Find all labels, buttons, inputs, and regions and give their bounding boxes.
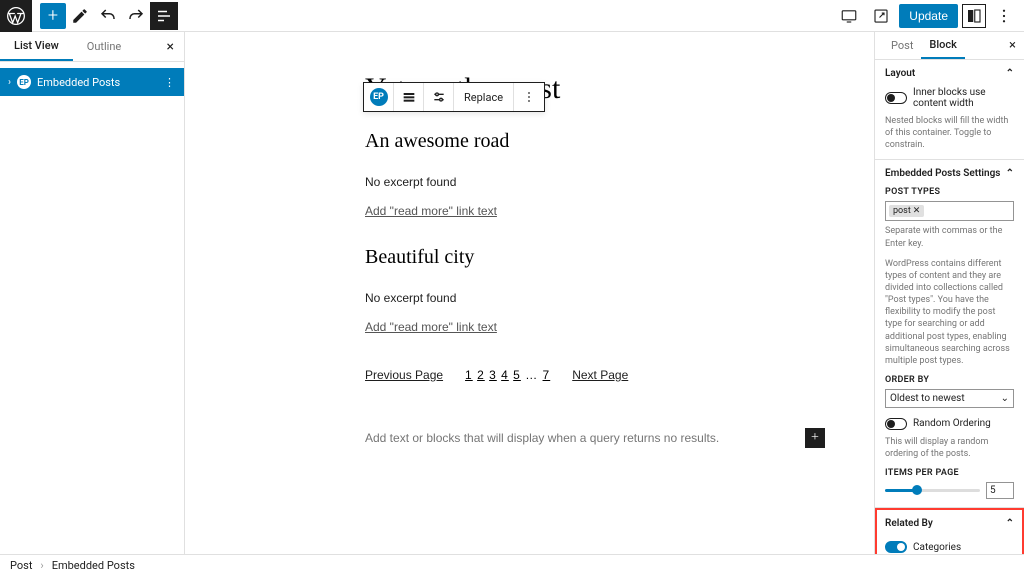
listview-item-embedded-posts[interactable]: › EP Embedded Posts ⋮ — [0, 68, 184, 96]
block-type-icon[interactable]: EP — [364, 83, 394, 111]
add-block-button[interactable]: + — [40, 3, 66, 29]
toggle-label: Inner blocks use content width — [913, 87, 1014, 109]
excerpt-placeholder: No excerpt found — [365, 291, 825, 305]
breadcrumb: Post › Embedded Posts — [0, 554, 1024, 576]
page-numbers[interactable]: 1 2 3 4 5 … 7 — [465, 368, 550, 382]
prev-page-link[interactable]: Previous Page — [365, 368, 443, 382]
breadcrumb-separator-icon: › — [40, 559, 43, 572]
panel-embedded-settings: Embedded Posts Settings⌃ POST TYPES post… — [875, 160, 1024, 508]
replace-button[interactable]: Replace — [454, 83, 514, 111]
redo-icon[interactable] — [122, 2, 150, 30]
toggle-label: Categories — [913, 542, 961, 553]
help-text: Separate with commas or the Enter key. — [885, 225, 1014, 249]
align-icon[interactable] — [394, 83, 424, 111]
settings-sidebar: Post Block × Layout⌃ Inner blocks use co… — [874, 32, 1024, 554]
breadcrumb-item[interactable]: Post — [10, 559, 32, 572]
excerpt-placeholder: No excerpt found — [365, 175, 825, 189]
editor-canvas: EP Replace Yet another post An awesome r… — [185, 32, 874, 554]
close-sidebar-icon[interactable]: × — [1009, 38, 1016, 53]
post-types-label: POST TYPES — [885, 187, 1014, 197]
listview-item-label: Embedded Posts — [37, 76, 120, 89]
chevron-up-icon: ⌃ — [1006, 518, 1014, 529]
post-types-input[interactable]: post ✕ — [885, 201, 1014, 221]
settings-sidebar-toggle-icon[interactable] — [962, 4, 986, 28]
more-options-icon[interactable] — [990, 2, 1018, 30]
edit-mode-icon[interactable] — [66, 2, 94, 30]
toggle-content-width[interactable] — [885, 92, 907, 104]
no-results-placeholder[interactable]: Add text or blocks that will display whe… — [365, 431, 719, 445]
block-toolbar: EP Replace — [363, 82, 545, 112]
help-text: WordPress contains different types of co… — [885, 258, 1014, 367]
post-type-token[interactable]: post ✕ — [889, 205, 924, 217]
post-heading[interactable]: Beautiful city — [365, 246, 825, 269]
undo-icon[interactable] — [94, 2, 122, 30]
tab-outline[interactable]: Outline — [73, 32, 136, 61]
embedded-posts-icon: EP — [17, 75, 31, 89]
chevron-right-icon: › — [8, 77, 11, 88]
order-by-label: ORDER BY — [885, 375, 1014, 385]
pagination: Previous Page 1 2 3 4 5 … 7 Next Page — [365, 368, 825, 382]
toggle-label: Random Ordering — [913, 418, 991, 429]
update-button[interactable]: Update — [899, 4, 958, 28]
items-per-page-slider[interactable] — [885, 489, 980, 492]
remove-token-icon[interactable]: ✕ — [913, 206, 921, 216]
panel-related-by-highlight: Related By⌃ Categories Tags Author — [875, 508, 1024, 554]
panel-embedded-header[interactable]: Embedded Posts Settings⌃ — [885, 168, 1014, 179]
tab-post[interactable]: Post — [883, 32, 921, 59]
settings-icon[interactable] — [424, 83, 454, 111]
readmore-link[interactable]: Add "read more" link text — [365, 204, 497, 218]
panel-layout: Layout⌃ Inner blocks use content width N… — [875, 60, 1024, 160]
close-listview-icon[interactable]: × — [157, 39, 184, 55]
listview-toggle-icon[interactable] — [150, 2, 178, 30]
order-by-select[interactable]: Oldest to newest⌄ — [885, 389, 1014, 408]
help-text: This will display a random ordering of t… — [885, 436, 1014, 460]
chevron-up-icon: ⌃ — [1006, 168, 1014, 179]
editor-topbar: + Update — [0, 0, 1024, 32]
wordpress-logo[interactable] — [0, 0, 32, 32]
block-more-icon[interactable] — [514, 83, 544, 111]
breadcrumb-item[interactable]: Embedded Posts — [52, 559, 135, 572]
panel-related-by-header[interactable]: Related By⌃ — [885, 514, 1014, 533]
items-per-page-label: ITEMS PER PAGE — [885, 468, 1014, 478]
toggle-random-ordering[interactable] — [885, 418, 907, 430]
chevron-up-icon: ⌃ — [1006, 68, 1014, 79]
tab-block[interactable]: Block — [921, 32, 964, 59]
listview-item-more-icon[interactable]: ⋮ — [164, 76, 176, 89]
view-icon[interactable] — [867, 2, 895, 30]
post-heading[interactable]: An awesome road — [365, 130, 825, 153]
chevron-down-icon: ⌄ — [1001, 393, 1009, 404]
toggle-categories[interactable] — [885, 541, 907, 553]
next-page-link[interactable]: Next Page — [572, 368, 628, 382]
listview-panel: List View Outline × › EP Embedded Posts … — [0, 32, 185, 554]
readmore-link[interactable]: Add "read more" link text — [365, 320, 497, 334]
device-preview-icon[interactable] — [835, 2, 863, 30]
items-per-page-input[interactable]: 5 — [986, 482, 1014, 499]
panel-layout-header[interactable]: Layout⌃ — [885, 68, 1014, 79]
add-block-inline-button[interactable]: + — [805, 428, 825, 448]
help-text: Nested blocks will fill the width of thi… — [885, 115, 1014, 151]
tab-listview[interactable]: List View — [0, 32, 73, 61]
